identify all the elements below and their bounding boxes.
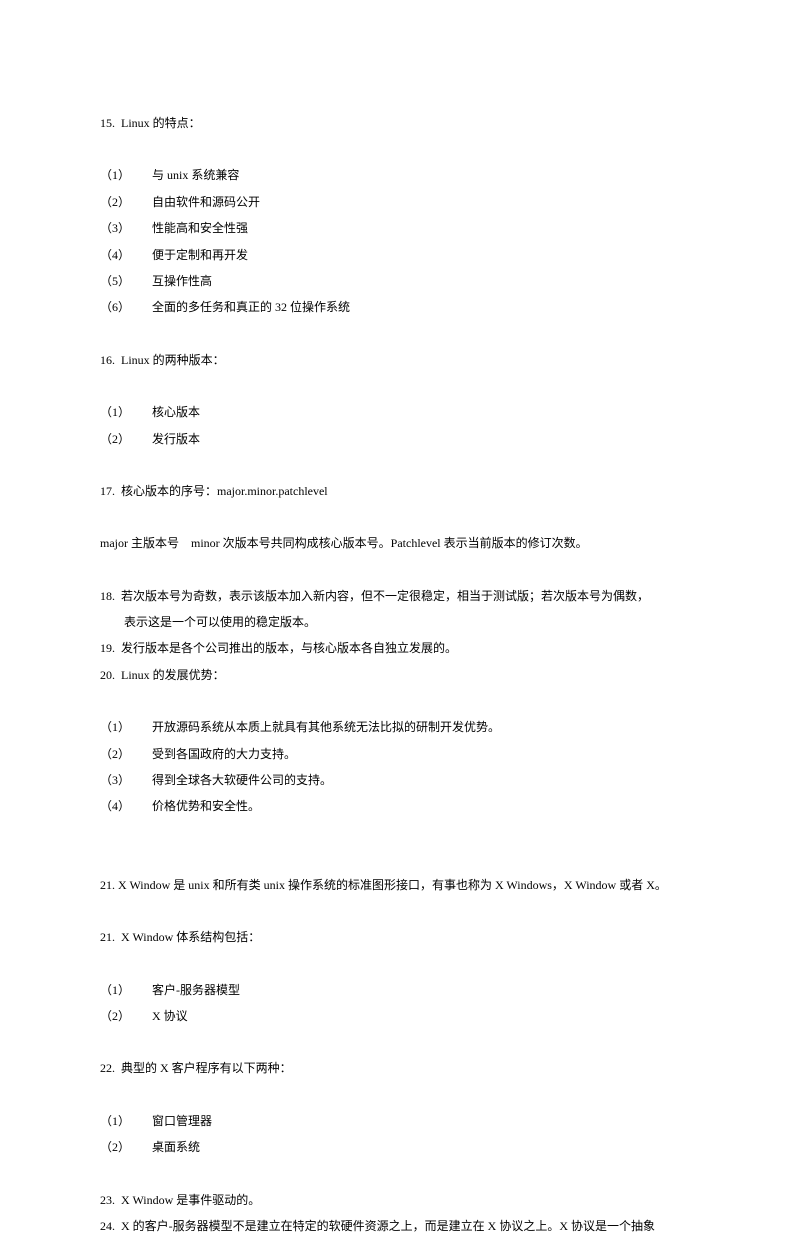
section-16-list: （1）核心版本 （2）发行版本 [100, 399, 694, 452]
section-15-list: （1）与 unix 系统兼容 （2）自由软件和源码公开 （3）性能高和安全性强 … [100, 162, 694, 320]
item-text: 发行版本 [152, 426, 200, 452]
item-number: （1） [100, 977, 152, 1003]
section-17-desc: major 主版本号 minor 次版本号共同构成核心版本号。Patchleve… [100, 530, 694, 556]
item-number: （2） [100, 189, 152, 215]
item-number: （1） [100, 399, 152, 425]
item-number: （1） [100, 714, 152, 740]
item-number: （2） [100, 1134, 152, 1160]
list-item: （1）窗口管理器 [100, 1108, 694, 1134]
item-text: 自由软件和源码公开 [152, 189, 260, 215]
item-number: （3） [100, 767, 152, 793]
list-item: （4）价格优势和安全性。 [100, 793, 694, 819]
item-text: 价格优势和安全性。 [152, 793, 260, 819]
section-22-list: （1）窗口管理器 （2）桌面系统 [100, 1108, 694, 1161]
section-15-title: 15. Linux 的特点： [100, 110, 694, 136]
list-item: （1）开放源码系统从本质上就具有其他系统无法比拟的研制开发优势。 [100, 714, 694, 740]
item-text: 窗口管理器 [152, 1108, 212, 1134]
list-item: （1）与 unix 系统兼容 [100, 162, 694, 188]
section-23: 23. X Window 是事件驱动的。 [100, 1187, 694, 1213]
item-number: （2） [100, 741, 152, 767]
item-number: （2） [100, 1003, 152, 1029]
item-number: （4） [100, 793, 152, 819]
item-text: X 协议 [152, 1003, 188, 1029]
list-item: （2）受到各国政府的大力支持。 [100, 741, 694, 767]
list-item: （3）得到全球各大软硬件公司的支持。 [100, 767, 694, 793]
list-item: （2）自由软件和源码公开 [100, 189, 694, 215]
section-21b-title: 21. X Window 体系结构包括： [100, 924, 694, 950]
section-20-title: 20. Linux 的发展优势： [100, 662, 694, 688]
blank-line [100, 321, 694, 347]
blank-line [100, 846, 694, 872]
list-item: （2）桌面系统 [100, 1134, 694, 1160]
item-text: 与 unix 系统兼容 [152, 162, 239, 188]
section-16-title: 16. Linux 的两种版本： [100, 347, 694, 373]
item-text: 客户-服务器模型 [152, 977, 240, 1003]
section-20-list: （1）开放源码系统从本质上就具有其他系统无法比拟的研制开发优势。 （2）受到各国… [100, 714, 694, 820]
list-item: （2）X 协议 [100, 1003, 694, 1029]
item-text: 便于定制和再开发 [152, 242, 248, 268]
blank-line [100, 1161, 694, 1187]
item-text: 全面的多任务和真正的 32 位操作系统 [152, 294, 350, 320]
blank-line [100, 951, 694, 977]
section-18-line2: 表示这是一个可以使用的稳定版本。 [100, 609, 694, 635]
item-number: （2） [100, 426, 152, 452]
section-22-title: 22. 典型的 X 客户程序有以下两种： [100, 1055, 694, 1081]
document-page: 15. Linux 的特点： （1）与 unix 系统兼容 （2）自由软件和源码… [0, 0, 794, 1239]
section-19: 19. 发行版本是各个公司推出的版本，与核心版本各自独立发展的。 [100, 635, 694, 661]
blank-line [100, 898, 694, 924]
item-text: 开放源码系统从本质上就具有其他系统无法比拟的研制开发优势。 [152, 714, 500, 740]
list-item: （4）便于定制和再开发 [100, 242, 694, 268]
blank-line [100, 820, 694, 846]
blank-line [100, 136, 694, 162]
list-item: （5）互操作性高 [100, 268, 694, 294]
list-item: （2）发行版本 [100, 426, 694, 452]
section-24: 24. X 的客户-服务器模型不是建立在特定的软硬件资源之上，而是建立在 X 协… [100, 1213, 694, 1239]
blank-line [100, 557, 694, 583]
list-item: （1）核心版本 [100, 399, 694, 425]
item-text: 受到各国政府的大力支持。 [152, 741, 296, 767]
item-text: 性能高和安全性强 [152, 215, 248, 241]
item-number: （5） [100, 268, 152, 294]
item-number: （6） [100, 294, 152, 320]
list-item: （3）性能高和安全性强 [100, 215, 694, 241]
item-number: （1） [100, 1108, 152, 1134]
list-item: （6）全面的多任务和真正的 32 位操作系统 [100, 294, 694, 320]
blank-line [100, 452, 694, 478]
section-21a: 21. X Window 是 unix 和所有类 unix 操作系统的标准图形接… [100, 872, 694, 898]
item-number: （3） [100, 215, 152, 241]
list-item: （1）客户-服务器模型 [100, 977, 694, 1003]
blank-line [100, 373, 694, 399]
section-21b-list: （1）客户-服务器模型 （2）X 协议 [100, 977, 694, 1030]
item-number: （4） [100, 242, 152, 268]
blank-line [100, 1082, 694, 1108]
item-text: 得到全球各大软硬件公司的支持。 [152, 767, 332, 793]
blank-line [100, 504, 694, 530]
section-17-title: 17. 核心版本的序号：major.minor.patchlevel [100, 478, 694, 504]
item-text: 核心版本 [152, 399, 200, 425]
section-18-line1: 18. 若次版本号为奇数，表示该版本加入新内容，但不一定很稳定，相当于测试版；若… [100, 583, 694, 609]
blank-line [100, 1029, 694, 1055]
item-text: 桌面系统 [152, 1134, 200, 1160]
item-number: （1） [100, 162, 152, 188]
item-text: 互操作性高 [152, 268, 212, 294]
blank-line [100, 688, 694, 714]
